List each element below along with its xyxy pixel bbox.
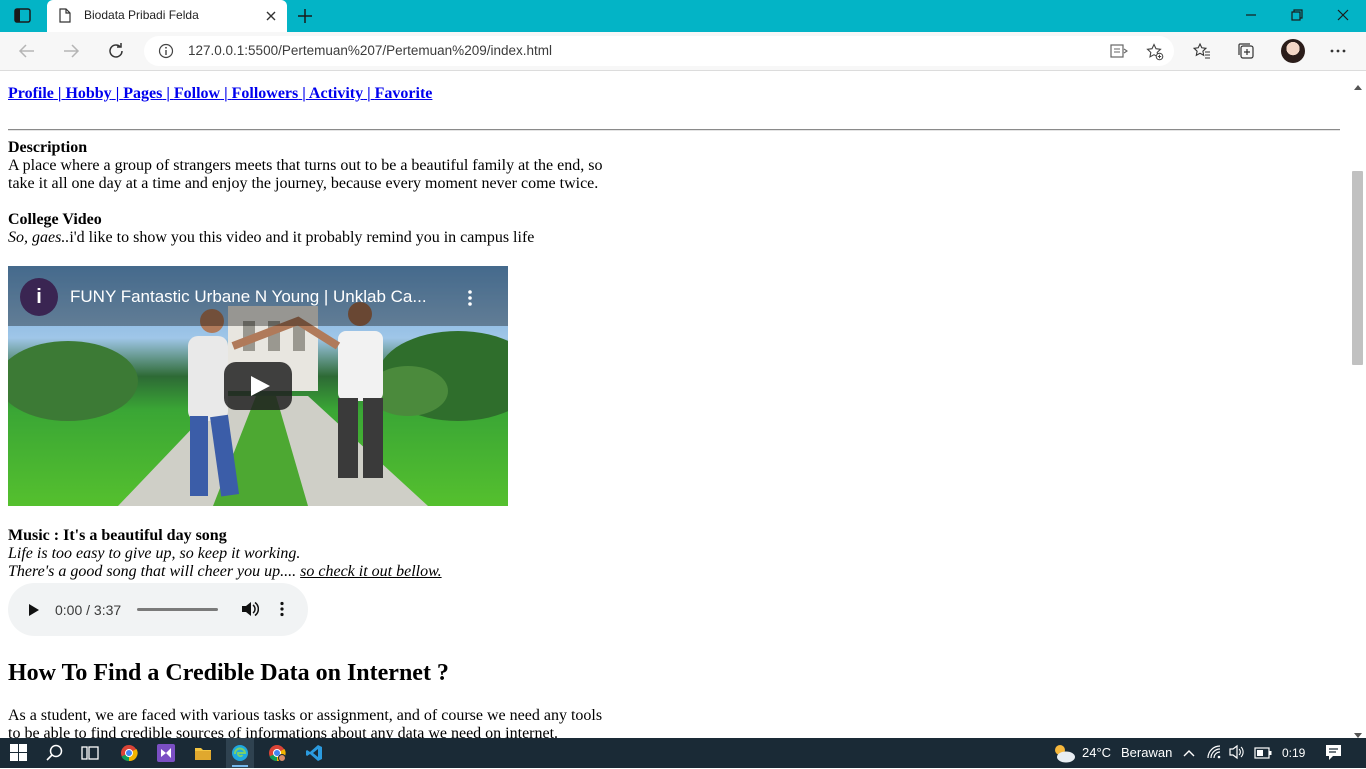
college-video-intro: So, gaes..i'd like to show you this vide… <box>8 229 534 247</box>
audio-progress-slider[interactable] <box>137 608 218 611</box>
nav-link-pages[interactable]: Pages <box>123 85 162 102</box>
nav-links: Profile | Hobby | Pages | Follow | Follo… <box>8 85 432 103</box>
college-video-heading: College Video <box>8 211 102 228</box>
minimize-icon[interactable] <box>1243 7 1259 23</box>
search-icon[interactable] <box>46 744 64 767</box>
avatar[interactable] <box>1281 39 1305 63</box>
volume-tray-icon[interactable] <box>1229 744 1245 765</box>
edge-icon[interactable] <box>231 744 249 767</box>
music-line-2: There's a good song that will cheer you … <box>8 563 442 581</box>
taskbar: 24°C Berawan 0:19 <box>0 738 1366 768</box>
music-link[interactable]: so check it out bellow. <box>300 563 441 580</box>
music-line-1: Life is too easy to give up, so keep it … <box>8 545 301 562</box>
nav-link-hobby[interactable]: Hobby <box>65 85 111 102</box>
nav-link-favorite[interactable]: Favorite <box>375 85 433 102</box>
page-scrollbar[interactable] <box>1350 71 1366 738</box>
page-viewport: Profile | Hobby | Pages | Follow | Follo… <box>0 71 1350 738</box>
chrome-icon[interactable] <box>120 744 138 767</box>
close-window-icon[interactable] <box>1335 7 1351 23</box>
nav-separator: | <box>302 85 306 102</box>
more-icon[interactable] <box>1329 42 1347 65</box>
vscode-icon[interactable] <box>305 744 323 767</box>
clock-text[interactable]: 0:19 <box>1282 746 1305 760</box>
nav-separator: | <box>115 85 120 102</box>
weather-icon[interactable] <box>1052 742 1076 769</box>
active-tab[interactable]: Biodata Pribadi Felda <box>47 0 287 32</box>
star-plus-icon[interactable] <box>1146 43 1164 66</box>
immersive-reader-icon[interactable] <box>1110 43 1128 64</box>
audio-play-icon[interactable] <box>28 603 40 622</box>
nav-separator: | <box>166 85 170 102</box>
wifi-icon[interactable] <box>1206 744 1222 765</box>
file-explorer-icon[interactable] <box>194 744 212 767</box>
temperature-text[interactable]: 24°C <box>1082 745 1111 760</box>
nav-separator: | <box>57 85 62 102</box>
nav-link-activity[interactable]: Activity <box>309 85 363 102</box>
windows-start-icon[interactable] <box>10 744 27 766</box>
tab-bar: Biodata Pribadi Felda <box>0 0 1366 32</box>
music-heading: Music : It's a beautiful day song <box>8 527 227 544</box>
article-text: As a student, we are faced with various … <box>8 707 603 738</box>
horizontal-rule <box>8 129 1340 131</box>
nav-link-profile[interactable]: Profile <box>8 85 54 102</box>
active-indicator <box>232 765 248 767</box>
audio-more-icon[interactable] <box>276 601 288 622</box>
url-text[interactable]: 127.0.0.1:5500/Pertemuan%207/Pertemuan%2… <box>188 43 552 58</box>
chrome-profile-icon[interactable] <box>268 744 286 767</box>
notifications-icon[interactable] <box>1325 744 1342 766</box>
restore-icon[interactable] <box>1289 7 1305 23</box>
play-button-icon[interactable] <box>224 362 292 415</box>
document-icon <box>59 8 71 28</box>
nav-separator: | <box>367 85 371 102</box>
audio-player: 0:00 / 3:37 <box>8 583 308 636</box>
task-view-icon[interactable] <box>81 744 99 767</box>
video-menu-icon[interactable] <box>464 288 476 313</box>
video-player[interactable]: i FUNY Fantastic Urbane N Young | Unklab… <box>8 266 508 506</box>
video-intro-text: i'd like to show you this video and it p… <box>69 229 535 246</box>
info-icon[interactable] <box>158 43 174 64</box>
tab-actions-icon[interactable] <box>14 8 32 24</box>
new-tab-icon[interactable] <box>297 8 313 29</box>
channel-avatar[interactable]: i <box>20 278 58 316</box>
audio-time: 0:00 / 3:37 <box>55 602 122 618</box>
nav-link-follow[interactable]: Follow <box>174 85 220 102</box>
visual-studio-icon[interactable] <box>157 744 175 767</box>
video-title[interactable]: FUNY Fantastic Urbane N Young | Unklab C… <box>70 288 427 306</box>
volume-icon[interactable] <box>241 601 260 622</box>
tab-title: Biodata Pribadi Felda <box>84 8 199 22</box>
tab-close-icon[interactable] <box>265 9 277 27</box>
nav-separator: | <box>224 85 228 102</box>
address-bar[interactable]: 127.0.0.1:5500/Pertemuan%207/Pertemuan%2… <box>144 36 1174 66</box>
video-intro-italic: So, gaes.. <box>8 229 70 246</box>
refresh-icon[interactable] <box>107 42 125 65</box>
chevron-up-icon[interactable] <box>1183 746 1195 764</box>
article-heading: How To Find a Credible Data on Internet … <box>8 660 449 686</box>
favorites-icon[interactable] <box>1192 42 1211 65</box>
scroll-up-icon[interactable] <box>1354 77 1362 95</box>
scrollbar-thumb[interactable] <box>1352 171 1363 365</box>
music-line-2-text: There's a good song that will cheer you … <box>8 563 301 580</box>
collections-icon[interactable] <box>1237 42 1255 65</box>
address-toolbar: 127.0.0.1:5500/Pertemuan%207/Pertemuan%2… <box>0 32 1366 71</box>
description-text: A place where a group of strangers meets… <box>8 157 603 192</box>
forward-arrow-icon[interactable] <box>62 42 80 65</box>
weather-text[interactable]: Berawan <box>1121 745 1172 760</box>
battery-icon[interactable] <box>1254 746 1272 764</box>
description-heading: Description <box>8 139 88 156</box>
back-arrow-icon[interactable] <box>18 42 36 65</box>
nav-link-followers[interactable]: Followers <box>232 85 299 102</box>
